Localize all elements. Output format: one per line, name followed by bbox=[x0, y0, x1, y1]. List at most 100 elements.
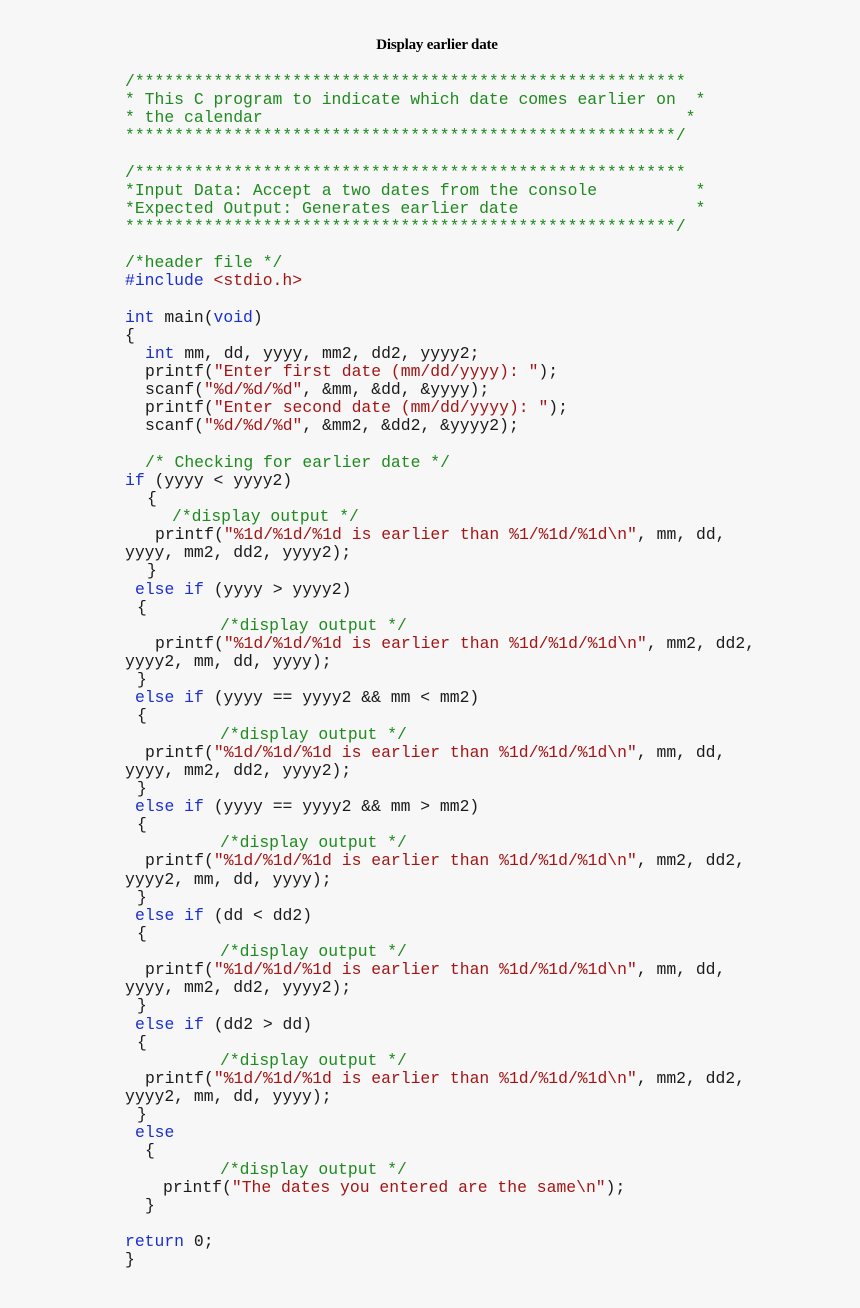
code-line: } bbox=[125, 1106, 755, 1124]
code-text: ); bbox=[605, 1177, 626, 1197]
code-keyword: else if bbox=[135, 579, 204, 599]
code-string: "%1d/%1d/%1d is earlier than %1/%1d/%1d\… bbox=[223, 525, 637, 545]
code-line: { bbox=[125, 326, 755, 345]
code-string: "%1d/%1d/%1d is earlier than %1d/%1d/%1d… bbox=[213, 851, 637, 871]
code-comment: /*display output */ bbox=[220, 1159, 407, 1179]
code-line: { bbox=[125, 707, 755, 725]
code-text: printf( bbox=[155, 633, 224, 653]
code-comment: /***************************************… bbox=[125, 72, 686, 91]
code-text: { bbox=[137, 1032, 147, 1052]
code-text: scanf( bbox=[145, 380, 205, 400]
code-line: { bbox=[125, 597, 755, 617]
code-text: , mm2, dd2, bbox=[636, 1068, 746, 1088]
code-comment: /*display output */ bbox=[172, 507, 359, 526]
code-text: printf( bbox=[145, 960, 214, 980]
code-keyword: else bbox=[135, 1123, 175, 1143]
code-text: { bbox=[137, 597, 147, 617]
code-text: yyyy, mm2, dd2, yyyy2); bbox=[125, 978, 352, 998]
code-comment: /***************************************… bbox=[125, 162, 686, 182]
code-comment: /* Checking for earlier date */ bbox=[145, 452, 450, 472]
code-line: /*display output */ bbox=[125, 942, 755, 961]
code-line: { bbox=[125, 489, 755, 508]
code-text: , mm2, dd2, bbox=[636, 851, 746, 871]
code-text: printf( bbox=[145, 1068, 214, 1088]
code-line: yyyy2, mm, dd, yyyy); bbox=[125, 869, 755, 889]
code-comment: * This C program to indicate which date … bbox=[125, 90, 706, 110]
code-line: printf("Enter first date (mm/dd/yyyy): "… bbox=[125, 362, 755, 381]
code-text: { bbox=[137, 923, 147, 943]
code-keyword: else if bbox=[135, 905, 204, 925]
code-line: if (yyyy < yyyy2) bbox=[125, 470, 755, 490]
code-keyword: int bbox=[145, 343, 175, 363]
code-text: } bbox=[125, 1250, 135, 1270]
code-text: , mm, dd, bbox=[636, 525, 726, 545]
code-line: else bbox=[125, 1124, 755, 1142]
code-text: ); bbox=[538, 362, 559, 381]
code-string: "%1d/%1d/%1d is earlier than %1d/%1d/%1d… bbox=[213, 742, 637, 762]
code-text: scanf( bbox=[145, 416, 205, 436]
code-text: (yyyy < yyyy2) bbox=[144, 470, 293, 490]
code-string: "%1d/%1d/%1d is earlier than %1d/%1d/%1d… bbox=[213, 960, 637, 980]
code-text: (yyyy == yyyy2 && mm > mm2) bbox=[203, 797, 480, 816]
code-text: , &mm, &dd, &yyyy); bbox=[302, 380, 490, 400]
code-text: } bbox=[145, 1195, 155, 1215]
code-line: int mm, dd, yyyy, mm2, dd2, yyyy2; bbox=[125, 343, 755, 363]
code-text: yyyy2, mm, dd, yyyy); bbox=[125, 652, 332, 671]
code-line: int main(void) bbox=[125, 307, 755, 327]
code-line: /*display output */ bbox=[125, 1159, 755, 1179]
code-text: printf( bbox=[145, 742, 214, 762]
code-text: { bbox=[145, 1141, 155, 1161]
code-text: printf( bbox=[145, 362, 214, 381]
code-line: } bbox=[125, 997, 755, 1015]
code-keyword: return bbox=[125, 1232, 185, 1251]
code-line: } bbox=[125, 1251, 755, 1269]
code-string: "%d/%d/%d" bbox=[204, 380, 303, 400]
code-line: printf("%1d/%1d/%1d is earlier than %1/%… bbox=[125, 526, 755, 544]
code-line: else if (dd2 > dd) bbox=[125, 1014, 755, 1034]
code-line: } bbox=[125, 778, 755, 798]
code-line: * This C program to indicate which date … bbox=[125, 91, 755, 109]
code-text: } bbox=[137, 778, 147, 798]
code-comment: *Input Data: Accept a two dates from the… bbox=[125, 180, 706, 200]
code-line: /* Checking for earlier date */ bbox=[125, 452, 755, 472]
code-comment: ****************************************… bbox=[125, 126, 686, 146]
code-line: printf("%1d/%1d/%1d is earlier than %1d/… bbox=[125, 961, 755, 979]
code-text: yyyy2, mm, dd, yyyy); bbox=[125, 1087, 332, 1106]
code-line: { bbox=[125, 816, 755, 834]
code-string: "%1d/%1d/%1d is earlier than %1d/%1d/%1d… bbox=[213, 1068, 637, 1088]
code-line: /*display output */ bbox=[125, 507, 755, 526]
code-line: } bbox=[125, 1195, 755, 1215]
code-line: /*display output */ bbox=[125, 1051, 755, 1070]
code-line: ****************************************… bbox=[125, 127, 755, 145]
page-title: Display earlier date bbox=[376, 37, 498, 53]
code-text: mm, dd, yyyy, mm2, dd2, yyyy2; bbox=[174, 343, 480, 363]
code-line: scanf("%d/%d/%d", &mm2, &dd2, &yyyy2); bbox=[125, 417, 755, 435]
code-text: yyyy, mm2, dd2, yyyy2); bbox=[125, 760, 352, 780]
code-line: printf("%1d/%1d/%1d is earlier than %1d/… bbox=[125, 1068, 755, 1088]
code-keyword: if bbox=[125, 470, 145, 490]
code-line: #include <stdio.h> bbox=[125, 272, 755, 290]
code-line: else if (dd < dd2) bbox=[125, 905, 755, 925]
code-string: "Enter second date (mm/dd/yyyy): " bbox=[213, 398, 549, 418]
code-line: return 0; bbox=[125, 1232, 755, 1251]
code-line: } bbox=[125, 562, 755, 580]
code-line: /*display output */ bbox=[125, 725, 755, 744]
code-text: (yyyy > yyyy2) bbox=[203, 579, 352, 599]
code-text: yyyy2, mm, dd, yyyy); bbox=[125, 869, 332, 889]
code-text: printf( bbox=[155, 525, 224, 545]
code-line: } bbox=[125, 671, 755, 689]
code-line: yyyy, mm2, dd2, yyyy2); bbox=[125, 979, 755, 997]
code-comment: * the calendar * bbox=[125, 108, 696, 128]
code-text: , mm2, dd2, bbox=[646, 633, 756, 653]
code-string: "Enter first date (mm/dd/yyyy): " bbox=[213, 362, 539, 381]
code-comment: /*display output */ bbox=[220, 942, 407, 961]
code-line: else if (yyyy == yyyy2 && mm > mm2) bbox=[125, 797, 755, 816]
code-line: *Input Data: Accept a two dates from the… bbox=[125, 180, 755, 200]
code-keyword: else if bbox=[135, 1014, 204, 1034]
code-string: <stdio.h> bbox=[213, 271, 303, 291]
code-text: (yyyy == yyyy2 && mm < mm2) bbox=[203, 688, 480, 708]
code-text: ) bbox=[252, 307, 263, 327]
